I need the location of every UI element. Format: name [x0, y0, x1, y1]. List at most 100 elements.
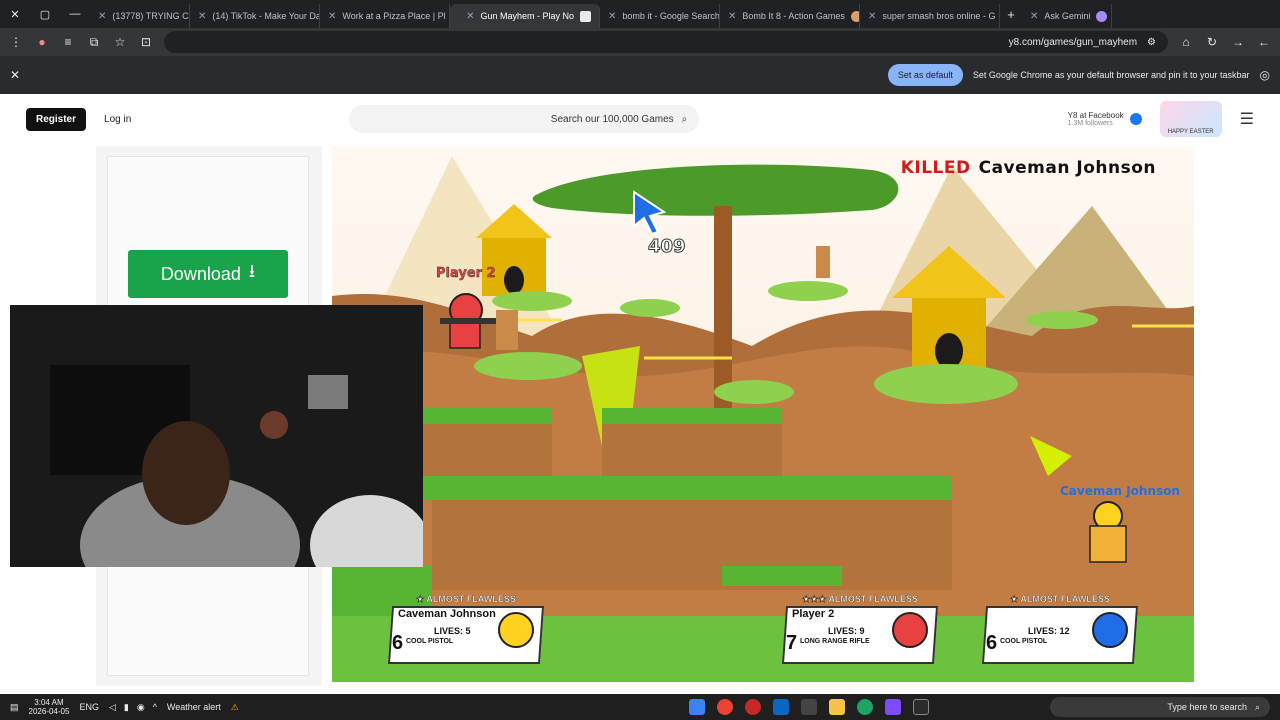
minimize-window-icon[interactable]: —: [60, 0, 90, 28]
player-face-icon: [892, 612, 928, 648]
chrome-icon: ◎: [1259, 68, 1270, 82]
weather-alert-text[interactable]: Weather alert: [167, 702, 221, 712]
tray-chevron-icon[interactable]: ^: [153, 702, 157, 712]
tab-close-icon[interactable]: ✕: [608, 11, 616, 22]
game-canvas[interactable]: KILLED Caveman Johnson 409 Player 2 Cavem…: [332, 146, 1194, 682]
url-text: y8.com/games/gun_mayhem: [1008, 36, 1138, 48]
kill-name: Caveman Johnson: [978, 158, 1156, 178]
chrome-app-icon[interactable]: [716, 699, 733, 715]
edge-app-icon[interactable]: [772, 699, 789, 715]
notifications-icon[interactable]: ▤: [10, 702, 19, 713]
kill-status: KILLED: [900, 158, 971, 178]
tab-close-icon[interactable]: ✕: [328, 11, 336, 22]
game-site-icon: [850, 10, 859, 22]
app-icon[interactable]: [688, 699, 705, 715]
tab-bomb-it-search[interactable]: ✕ bomb it - Google Search: [600, 4, 720, 28]
tab-ask-gemini[interactable]: ✕ Ask Gemini: [1022, 4, 1112, 28]
logo-text: HAPPY EASTER: [1167, 129, 1214, 135]
site-logo[interactable]: HAPPY EASTER: [1159, 101, 1222, 137]
tab-tiktok[interactable]: ✕ (14) TikTok - Make Your Day: [190, 4, 320, 28]
tab-close-icon[interactable]: ✕: [868, 11, 876, 22]
tab-label: super smash bros online - G: [882, 11, 996, 21]
score-popup: 409: [648, 236, 687, 258]
network-icon[interactable]: ◉: [137, 702, 145, 713]
tab-close-icon[interactable]: ✕: [198, 11, 206, 22]
taskbar-clock[interactable]: 3:04 AM 2026-04-05: [29, 698, 70, 716]
download-icon: ⭳: [248, 261, 256, 281]
app-icon[interactable]: [856, 699, 873, 715]
infobar-message: Set Google Chrome as your default browse…: [972, 70, 1250, 80]
rank-label: ★★★ ALMOST FLAWLESS: [802, 594, 918, 604]
game-search-box[interactable]: Search our 100,000 Games ⌕: [349, 105, 700, 133]
home-icon[interactable]: ⌂: [1178, 35, 1194, 49]
microphone-icon[interactable]: ▮: [124, 702, 129, 713]
download-button[interactable]: Download ⭳: [128, 250, 288, 298]
tab-pizza-place[interactable]: ✕ Work at a Pizza Place | Pl: [320, 4, 450, 28]
file-explorer-icon[interactable]: [828, 699, 845, 715]
card-player-name: Player 2: [792, 608, 835, 620]
volume-icon[interactable]: ◁: [109, 702, 116, 713]
card-weapon: COOL PISTOL: [1000, 638, 1048, 645]
hut-door: [504, 266, 524, 294]
grass-platform: [714, 380, 794, 404]
card-ammo: 6: [392, 632, 404, 654]
search-icon[interactable]: ⌕: [682, 114, 688, 125]
card-ammo: 7: [786, 632, 798, 654]
tab-super-smash-search[interactable]: ✕ super smash bros online - G: [860, 4, 1000, 28]
warning-icon: ⚠: [230, 701, 239, 712]
gemini-icon: [1096, 10, 1108, 22]
facebook-follow[interactable]: Y8 at Facebook 1.3M followers: [1068, 111, 1142, 127]
address-bar[interactable]: y8.com/games/gun_mayhem ⚙: [164, 31, 1168, 53]
cast-icon[interactable]: ⊡: [138, 35, 154, 49]
kill-feed: KILLED Caveman Johnson: [901, 158, 1156, 178]
profile-icon[interactable]: ●: [34, 35, 50, 49]
tab-label: Work at a Pizza Place | Pl: [342, 11, 446, 21]
close-window-icon[interactable]: ✕: [0, 0, 30, 28]
background-caveman: [816, 246, 830, 278]
tab-bomb-it-8[interactable]: ✕ Bomb It 8 - Action Games: [720, 4, 860, 28]
tab-close-icon[interactable]: ✕: [466, 11, 474, 22]
windows-taskbar: ▤ 3:04 AM 2026-04-05 ENG ◁ ▮ ◉ ^ Weather…: [0, 694, 1280, 720]
new-tab-icon[interactable]: +: [1000, 7, 1022, 22]
bookmark-star-icon[interactable]: ☆: [112, 35, 128, 49]
site-header: Register Log in Search our 100,000 Games…: [0, 94, 1280, 144]
tab-close-icon[interactable]: ✕: [1030, 11, 1038, 22]
app-icon[interactable]: [744, 699, 761, 715]
card-weapon: LONG RANGE RIFLE: [800, 638, 870, 645]
tab-label: (14) TikTok - Make Your Day: [212, 11, 320, 21]
rank-label: ★ ALMOST FLAWLESS: [416, 594, 516, 604]
wall-picture: [308, 375, 348, 409]
register-button[interactable]: Register: [26, 107, 87, 131]
facebook-followers: 1.3M followers: [1067, 120, 1113, 127]
tab-label: Gun Mayhem - Play No: [480, 11, 574, 21]
tab-close-icon[interactable]: ✕: [98, 11, 106, 22]
reload-icon[interactable]: ↻: [1204, 35, 1220, 49]
caveman-label: Caveman Johnson: [1060, 484, 1180, 498]
enemy-figure: [496, 310, 518, 350]
clock-time: 3:04 AM: [34, 698, 64, 707]
login-link[interactable]: Log in: [104, 114, 131, 125]
site-settings-icon[interactable]: ⚙: [1147, 37, 1156, 48]
player-face-icon: [1092, 612, 1128, 648]
tab-gun-mayhem[interactable]: ✕ Gun Mayhem - Play No: [450, 4, 600, 28]
store-app-icon[interactable]: [800, 699, 817, 715]
webcam-overlay: [10, 305, 423, 567]
stat-card-caveman: ★ ALMOST FLAWLESS Caveman Johnson LIVES:…: [387, 594, 545, 664]
menu-dots-icon[interactable]: ⋮: [8, 35, 24, 49]
helmet-figurine: [260, 411, 288, 439]
app-icon[interactable]: [884, 699, 901, 715]
close-infobar-icon[interactable]: ✕: [10, 68, 20, 82]
task-view-icon[interactable]: [912, 699, 929, 715]
maximize-window-icon[interactable]: ▢: [30, 0, 60, 28]
forward-icon[interactable]: →: [1230, 35, 1246, 49]
search-icon: ⌕: [1254, 701, 1260, 712]
set-default-button[interactable]: Set as default: [887, 64, 963, 86]
tab-search-icon[interactable]: ≡: [60, 35, 76, 49]
screenshot-icon[interactable]: ⧉: [86, 35, 102, 50]
back-icon[interactable]: ←: [1256, 35, 1272, 49]
taskbar-search[interactable]: Type here to search ⌕: [1050, 697, 1270, 717]
tab-close-icon[interactable]: ✕: [728, 11, 736, 22]
tab-trying-caramel[interactable]: ✕ (13778) TRYING CARAMEL: [90, 4, 190, 28]
hamburger-menu-icon[interactable]: ☰: [1240, 109, 1254, 129]
language-indicator[interactable]: ENG: [79, 702, 99, 712]
